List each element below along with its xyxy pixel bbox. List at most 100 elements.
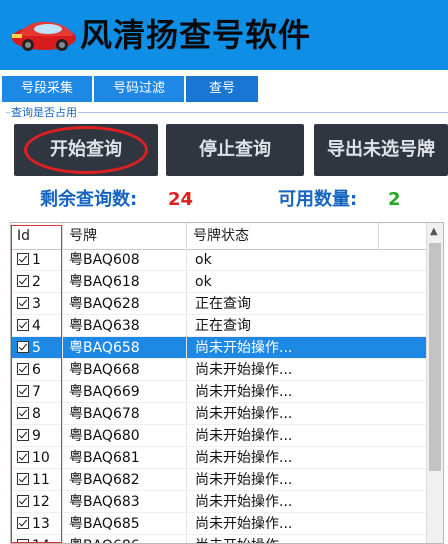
row-id: 10 [32, 450, 50, 466]
plate-table[interactable]: Id 号牌 号牌状态 1 粤BAQ608 ok 2 粤BAQ618 ok 3 粤BAQ628 正… [10, 222, 444, 544]
id-cell[interactable]: 5 [11, 337, 63, 359]
plate-cell[interactable]: 粤BAQ608 [63, 249, 187, 271]
column-header-plate[interactable]: 号牌 [63, 223, 187, 249]
row-id: 5 [32, 340, 41, 356]
plate-cell[interactable]: 粤BAQ682 [63, 469, 187, 491]
column-header-status[interactable]: 号牌状态 [187, 223, 379, 249]
table-row[interactable]: 10 粤BAQ681 尚未开始操作... [11, 447, 427, 469]
row-checkbox[interactable] [17, 495, 29, 507]
stop-query-button[interactable]: 停止查询 [166, 124, 304, 176]
id-cell[interactable]: 4 [11, 315, 63, 337]
status-cell[interactable]: 尚未开始操作... [187, 469, 427, 491]
status-cell[interactable]: 尚未开始操作... [187, 425, 427, 447]
row-checkbox[interactable] [17, 539, 29, 543]
row-id: 1 [32, 252, 41, 268]
status-cell[interactable]: 尚未开始操作... [187, 447, 427, 469]
row-checkbox[interactable] [17, 341, 29, 353]
row-id: 12 [32, 494, 50, 510]
table-row[interactable]: 6 粤BAQ668 尚未开始操作... [11, 359, 427, 381]
table-row[interactable]: 9 粤BAQ680 尚未开始操作... [11, 425, 427, 447]
id-cell[interactable]: 7 [11, 381, 63, 403]
plate-cell[interactable]: 粤BAQ683 [63, 491, 187, 513]
table-row[interactable]: 4 粤BAQ638 正在查询 [11, 315, 427, 337]
plate-cell[interactable]: 粤BAQ686 [63, 535, 187, 543]
remaining-count: 24 [168, 189, 194, 210]
row-id: 14 [32, 538, 50, 543]
table-row[interactable]: 12 粤BAQ683 尚未开始操作... [11, 491, 427, 513]
tab-number-filter[interactable]: 号码过滤 [94, 76, 184, 102]
title-banner: 风清扬查号软件 [0, 0, 448, 70]
row-checkbox[interactable] [17, 275, 29, 287]
row-checkbox[interactable] [17, 319, 29, 331]
app-title: 风清扬查号软件 [80, 16, 312, 54]
status-cell[interactable]: 正在查询 [187, 315, 427, 337]
vertical-scrollbar[interactable]: ▲ [426, 223, 443, 543]
id-cell[interactable]: 8 [11, 403, 63, 425]
row-id: 13 [32, 516, 50, 532]
scrollbar-thumb[interactable] [429, 243, 441, 471]
row-checkbox[interactable] [17, 297, 29, 309]
available-label: 可用数量: [278, 189, 358, 210]
row-id: 11 [32, 472, 50, 488]
plate-cell[interactable]: 粤BAQ669 [63, 381, 187, 403]
id-cell[interactable]: 10 [11, 447, 63, 469]
table-header: Id 号牌 号牌状态 [11, 223, 427, 250]
table-row[interactable]: 8 粤BAQ678 尚未开始操作... [11, 403, 427, 425]
status-cell[interactable]: ok [187, 249, 427, 271]
scroll-up-icon[interactable]: ▲ [430, 227, 438, 237]
row-checkbox[interactable] [17, 517, 29, 529]
row-checkbox[interactable] [17, 429, 29, 441]
plate-cell[interactable]: 粤BAQ658 [63, 337, 187, 359]
table-row[interactable]: 7 粤BAQ669 尚未开始操作... [11, 381, 427, 403]
table-row[interactable]: 5 粤BAQ658 尚未开始操作... [11, 337, 427, 359]
row-checkbox[interactable] [17, 363, 29, 375]
tab-query[interactable]: 查号 [186, 76, 258, 102]
id-cell[interactable]: 13 [11, 513, 63, 535]
row-id: 8 [32, 406, 41, 422]
plate-cell[interactable]: 粤BAQ628 [63, 293, 187, 315]
id-cell[interactable]: 1 [11, 249, 63, 271]
status-cell[interactable]: 尚未开始操作... [187, 491, 427, 513]
status-cell[interactable]: 尚未开始操作... [187, 535, 427, 543]
id-cell[interactable]: 6 [11, 359, 63, 381]
plate-cell[interactable]: 粤BAQ678 [63, 403, 187, 425]
id-cell[interactable]: 11 [11, 469, 63, 491]
status-cell[interactable]: 尚未开始操作... [187, 403, 427, 425]
group-label: 查询是否占用 [10, 104, 78, 120]
id-cell[interactable]: 14 [11, 535, 63, 543]
plate-cell[interactable]: 粤BAQ638 [63, 315, 187, 337]
export-unselected-button[interactable]: 导出未选号牌 [314, 124, 448, 176]
status-cell[interactable]: 尚未开始操作... [187, 513, 427, 535]
plate-cell[interactable]: 粤BAQ680 [63, 425, 187, 447]
table-row[interactable]: 3 粤BAQ628 正在查询 [11, 293, 427, 315]
status-cell[interactable]: 尚未开始操作... [187, 337, 427, 359]
plate-cell[interactable]: 粤BAQ685 [63, 513, 187, 535]
table-row[interactable]: 2 粤BAQ618 ok [11, 271, 427, 293]
table-row[interactable]: 14 粤BAQ686尚未开始操作... [11, 535, 427, 543]
tab-segment-collect[interactable]: 号段采集 [2, 76, 92, 102]
status-cell[interactable]: 正在查询 [187, 293, 427, 315]
remaining-label: 剩余查询数: [40, 189, 138, 210]
plate-cell[interactable]: 粤BAQ681 [63, 447, 187, 469]
id-cell[interactable]: 9 [11, 425, 63, 447]
table-row[interactable]: 13 粤BAQ685 尚未开始操作... [11, 513, 427, 535]
table-row[interactable]: 11 粤BAQ682 尚未开始操作... [11, 469, 427, 491]
id-cell[interactable]: 2 [11, 271, 63, 293]
plate-cell[interactable]: 粤BAQ618 [63, 271, 187, 293]
table-row[interactable]: 1 粤BAQ608 ok [11, 249, 427, 271]
row-checkbox[interactable] [17, 451, 29, 463]
id-cell[interactable]: 3 [11, 293, 63, 315]
status-cell[interactable]: 尚未开始操作... [187, 359, 427, 381]
id-cell[interactable]: 12 [11, 491, 63, 513]
status-cell[interactable]: 尚未开始操作... [187, 381, 427, 403]
row-id: 6 [32, 362, 41, 378]
plate-cell[interactable]: 粤BAQ668 [63, 359, 187, 381]
column-header-id[interactable]: Id [11, 223, 63, 249]
row-id: 9 [32, 428, 41, 444]
row-checkbox[interactable] [17, 253, 29, 265]
status-cell[interactable]: ok [187, 271, 427, 293]
row-checkbox[interactable] [17, 407, 29, 419]
row-checkbox[interactable] [17, 473, 29, 485]
row-checkbox[interactable] [17, 385, 29, 397]
row-id: 2 [32, 274, 41, 290]
